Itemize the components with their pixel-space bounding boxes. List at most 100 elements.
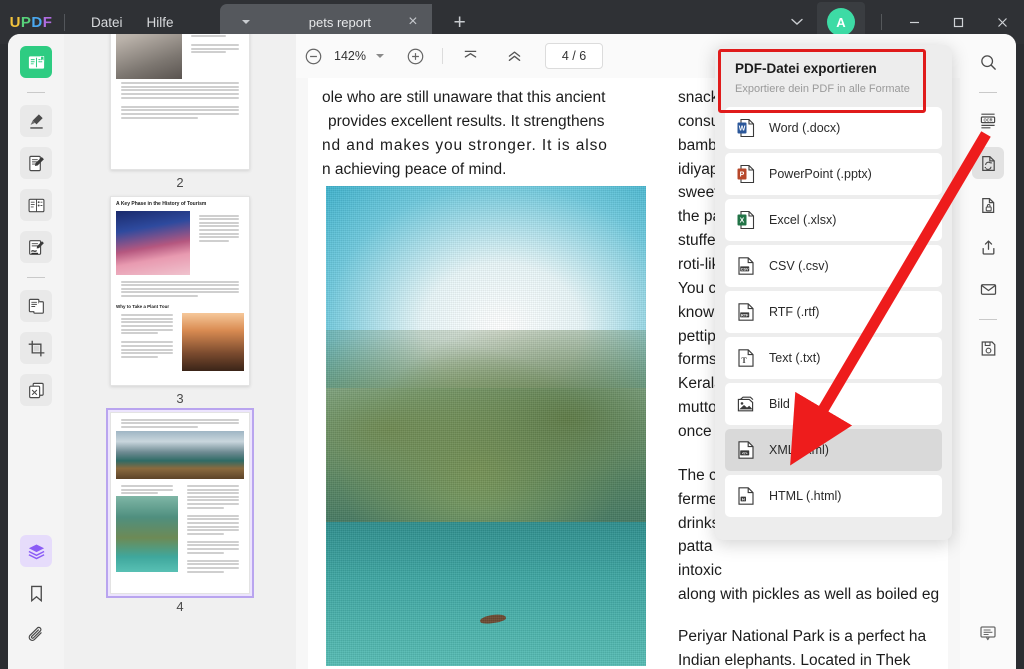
thumbnail-number: 2 — [176, 175, 183, 190]
document-photo — [326, 186, 646, 666]
logo-letter-d: D — [31, 14, 42, 31]
photo-grain-overlay — [326, 186, 646, 666]
comment-bubble-icon[interactable] — [972, 617, 1004, 649]
word-icon: W — [735, 117, 757, 139]
svg-text:RTF: RTF — [741, 313, 749, 317]
sidebar-item-organize-pages[interactable] — [20, 290, 52, 322]
caret-down-icon — [242, 20, 250, 24]
zoom-in-icon[interactable] — [398, 39, 432, 73]
thumbnail-page-2[interactable] — [110, 34, 250, 170]
thumbnail-item[interactable]: 2 — [64, 34, 296, 190]
export-format-powerpoint[interactable]: P PowerPoint (.pptx) — [725, 153, 942, 195]
envelope-icon[interactable] — [972, 273, 1004, 305]
xml-file-icon: </> — [735, 439, 757, 461]
doc-line: nd and makes you stronger. It is also — [322, 134, 652, 158]
zoom-dropdown-icon[interactable] — [376, 54, 384, 58]
svg-text:</>: </> — [742, 450, 748, 455]
svg-text:P: P — [740, 171, 745, 178]
doc-line: provides excellent results. It strengthe… — [322, 110, 652, 134]
thumbnail-item[interactable]: A Key Phase in the History of Tourism — [64, 196, 296, 406]
thumbnail-panel[interactable]: 2 A Key Phase in the History of Tourism — [64, 34, 296, 669]
thumbnail-number: 4 — [176, 599, 183, 614]
export-format-label: Word (.docx) — [769, 121, 840, 135]
right-rail-divider-2 — [979, 319, 997, 320]
export-panel-subtitle: Exportiere dein PDF in alle Formate — [735, 83, 932, 95]
window-controls-divider — [881, 14, 882, 30]
thumbnail-heading: A Key Phase in the History of Tourism — [111, 197, 249, 209]
export-panel-title: PDF-Datei exportieren — [735, 61, 932, 76]
page-number-field[interactable]: 4 / 6 — [545, 43, 603, 69]
menu-datei[interactable]: Datei — [79, 11, 135, 34]
app-window: UPDF Datei Hilfe pets report × + A — [0, 0, 1024, 669]
new-tab-button[interactable]: + — [454, 12, 466, 33]
right-rail-divider-1 — [979, 92, 997, 93]
svg-text:CSV: CSV — [741, 267, 749, 271]
app-logo: UPDF — [0, 14, 62, 31]
fit-page-icon[interactable] — [453, 39, 487, 73]
doc-line: n achieving peace of mind. — [322, 158, 652, 182]
thumbnail-item[interactable]: 4 — [64, 412, 296, 614]
export-panel[interactable]: PDF-Datei exportieren Exportiere dein PD… — [715, 45, 952, 540]
thumbnail-page-4[interactable] — [110, 412, 250, 594]
right-toolbar-rail: OCR — [960, 34, 1016, 669]
logo-letter-u: U — [10, 14, 21, 31]
export-format-label: XML (.xml) — [769, 443, 829, 457]
export-format-label: RTF (.rtf) — [769, 305, 819, 319]
text-file-icon: T — [735, 347, 757, 369]
export-format-html[interactable]: H HTML (.html) — [725, 475, 942, 517]
zoom-out-icon[interactable] — [296, 39, 330, 73]
svg-text:W: W — [739, 125, 746, 132]
export-format-image[interactable]: Bild — [725, 383, 942, 425]
rail-divider-1 — [27, 92, 45, 93]
convert-pdf-icon[interactable] — [972, 147, 1004, 179]
csv-file-icon: CSV — [735, 255, 757, 277]
export-format-label: HTML (.html) — [769, 489, 841, 503]
doc-line: along with pickles as well as boiled eg — [678, 583, 960, 607]
thumbnail-subheading: Why to Take a Plant Tour — [111, 301, 249, 311]
share-upload-icon[interactable] — [972, 231, 1004, 263]
menu-hilfe[interactable]: Hilfe — [135, 11, 186, 34]
sidebar-item-sign[interactable] — [20, 231, 52, 263]
sidebar-item-attachments[interactable] — [20, 619, 52, 651]
doc-line: intoxic — [678, 559, 960, 583]
sidebar-item-compare[interactable] — [20, 374, 52, 406]
sidebar-item-highlight[interactable] — [20, 105, 52, 137]
svg-text:H: H — [742, 496, 745, 501]
html-file-icon: H — [735, 485, 757, 507]
toolbar-divider — [442, 48, 443, 64]
sidebar-item-form[interactable] — [20, 189, 52, 221]
save-disk-icon[interactable] — [972, 332, 1004, 364]
lock-document-icon[interactable] — [972, 189, 1004, 221]
export-format-text[interactable]: T Text (.txt) — [725, 337, 942, 379]
thumbnail-number: 3 — [176, 391, 183, 406]
logo-letter-p: P — [21, 14, 32, 31]
scroll-to-top-icon[interactable] — [497, 39, 531, 73]
doc-line: ole who are still unaware that this anci… — [322, 86, 652, 110]
sidebar-item-edit-text[interactable] — [20, 147, 52, 179]
doc-line: Indian elephants. Located in Thek — [678, 649, 960, 669]
chevron-down-icon[interactable] — [777, 18, 817, 26]
ocr-icon[interactable]: OCR — [972, 105, 1004, 137]
export-panel-header: PDF-Datei exportieren Exportiere dein PD… — [725, 53, 942, 107]
export-format-xml[interactable]: </> XML (.xml) — [725, 429, 942, 471]
export-format-excel[interactable]: X Excel (.xlsx) — [725, 199, 942, 241]
export-format-label: PowerPoint (.pptx) — [769, 167, 872, 181]
sidebar-item-reader[interactable] — [20, 46, 52, 78]
sidebar-item-layers[interactable] — [20, 535, 52, 567]
thumbnail-page-3[interactable]: A Key Phase in the History of Tourism — [110, 196, 250, 386]
left-toolbar-rail — [8, 34, 64, 669]
search-icon[interactable] — [972, 46, 1004, 78]
sidebar-item-bookmarks[interactable] — [20, 577, 52, 609]
rtf-file-icon: RTF — [735, 301, 757, 323]
document-left-column: ole who are still unaware that this anci… — [322, 86, 652, 181]
sidebar-item-crop[interactable] — [20, 332, 52, 364]
close-icon[interactable]: × — [404, 14, 421, 30]
export-format-rtf[interactable]: RTF RTF (.rtf) — [725, 291, 942, 333]
svg-text:T: T — [741, 356, 747, 365]
export-format-label: Bild — [769, 397, 790, 411]
avatar: A — [827, 8, 855, 36]
zoom-level-value[interactable]: 142% — [330, 49, 370, 63]
export-format-csv[interactable]: CSV CSV (.csv) — [725, 245, 942, 287]
image-file-icon — [735, 393, 757, 415]
export-format-word[interactable]: W Word (.docx) — [725, 107, 942, 149]
